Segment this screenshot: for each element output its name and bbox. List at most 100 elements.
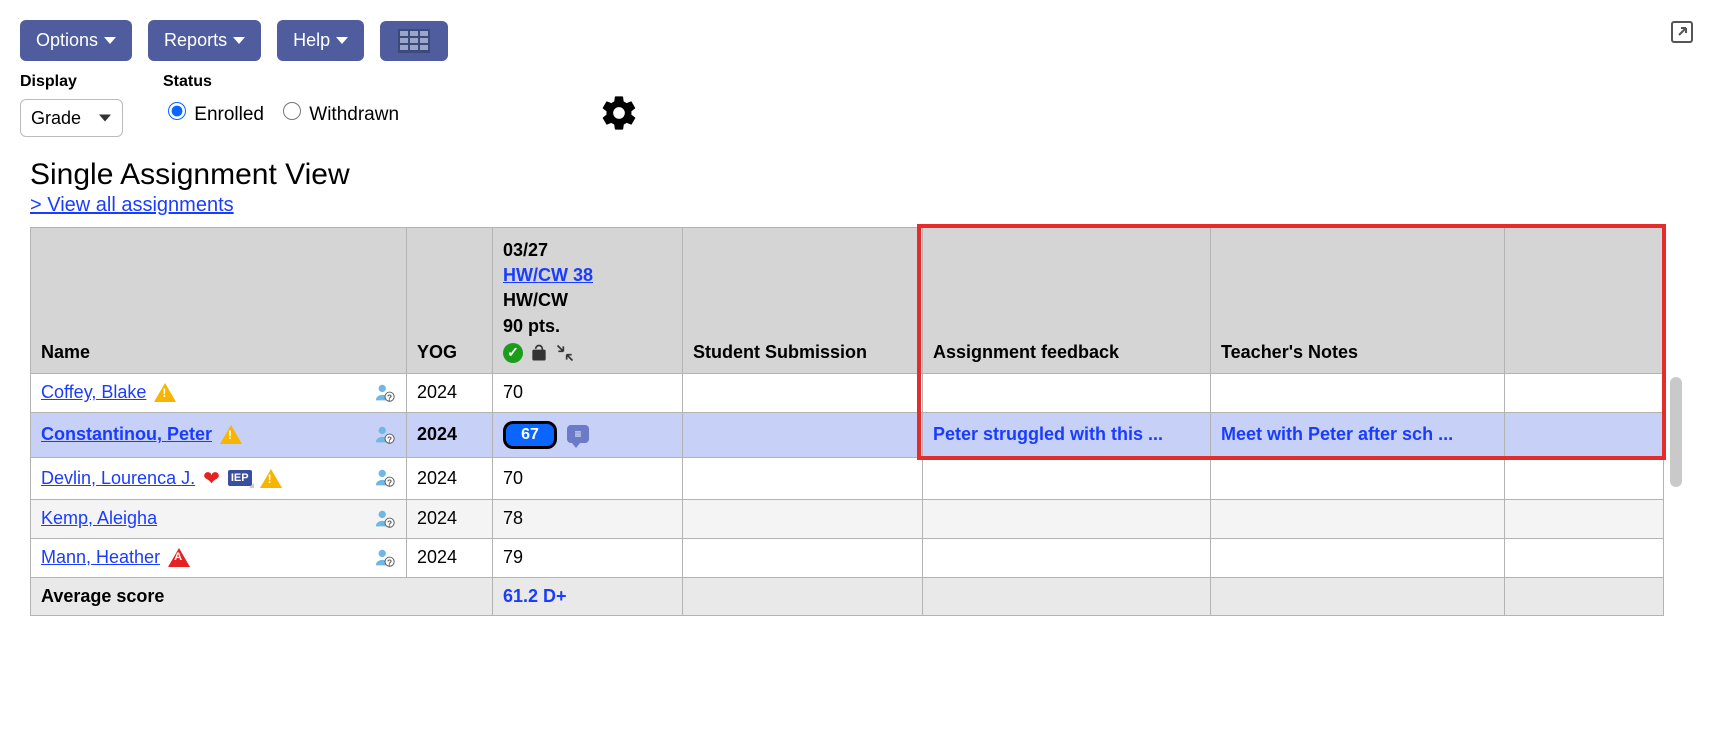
reports-label: Reports — [164, 30, 227, 51]
column-assignment[interactable]: 03/27 HW/CW 38 HW/CW 90 pts. ✓ — [493, 228, 683, 374]
student-name-link[interactable]: Constantinou, Peter — [41, 424, 212, 445]
notes-cell[interactable] — [1211, 538, 1505, 577]
yog-cell: 2024 — [407, 499, 493, 538]
grades-table: Name YOG 03/27 HW/CW 38 HW/CW 90 pts. ✓ … — [30, 227, 1664, 616]
iep-badge-icon: IEP — [228, 470, 252, 486]
help-label: Help — [293, 30, 330, 51]
student-photo-icon[interactable]: ? — [374, 508, 396, 530]
table-row[interactable]: Coffey, Blake ? 2024 70 — [31, 373, 1664, 412]
student-name-link[interactable]: Kemp, Aleigha — [41, 508, 157, 529]
yog-cell: 2024 — [407, 457, 493, 499]
average-row: Average score 61.2 D+ — [31, 577, 1664, 615]
average-score: 61.2 D+ — [503, 586, 567, 606]
assignment-date: 03/27 — [503, 238, 672, 263]
notes-cell[interactable] — [1211, 373, 1505, 412]
table-row[interactable]: Devlin, Lourenca J. ❤ IEP ? 2024 70 — [31, 457, 1664, 499]
medical-alert-icon: ❤ — [203, 466, 220, 491]
table-row[interactable]: Mann, Heather ? 2024 79 — [31, 538, 1664, 577]
column-name[interactable]: Name — [31, 228, 407, 374]
extra-cell — [1505, 373, 1664, 412]
submission-cell[interactable] — [683, 538, 923, 577]
submission-cell[interactable] — [683, 373, 923, 412]
score-cell[interactable]: 70 — [493, 373, 683, 412]
svg-text:?: ? — [387, 519, 392, 528]
svg-text:?: ? — [387, 479, 392, 488]
options-label: Options — [36, 30, 98, 51]
extra-cell — [1505, 412, 1664, 457]
caret-down-icon — [104, 37, 116, 44]
score-value: 79 — [503, 547, 523, 567]
score-value: 78 — [503, 508, 523, 528]
student-photo-icon[interactable]: ? — [374, 424, 396, 446]
expand-window-icon[interactable] — [1670, 20, 1694, 49]
status-enrolled-option[interactable]: Enrolled — [163, 99, 264, 126]
student-photo-icon[interactable]: ? — [374, 467, 396, 489]
vertical-scrollbar[interactable] — [1670, 377, 1682, 487]
status-label: Status — [163, 73, 399, 91]
feedback-cell[interactable] — [923, 499, 1211, 538]
score-input[interactable] — [503, 421, 557, 449]
feedback-cell[interactable] — [923, 373, 1211, 412]
gear-icon[interactable] — [599, 93, 639, 133]
assignment-link[interactable]: HW/CW 38 — [503, 265, 593, 285]
unlock-icon[interactable] — [529, 343, 549, 363]
feedback-cell[interactable] — [923, 457, 1211, 499]
column-yog[interactable]: YOG — [407, 228, 493, 374]
grid-view-button[interactable] — [380, 21, 448, 61]
svg-text:?: ? — [387, 393, 392, 402]
submission-cell[interactable] — [683, 499, 923, 538]
submission-cell[interactable] — [683, 457, 923, 499]
assignment-points: 90 pts. — [503, 314, 672, 339]
column-extra — [1505, 228, 1664, 374]
average-label: Average score — [31, 577, 493, 615]
alert-absent-icon — [168, 548, 190, 567]
svg-text:?: ? — [387, 558, 392, 567]
score-value: 70 — [503, 382, 523, 402]
collapse-icon[interactable] — [555, 343, 575, 363]
options-button[interactable]: Options — [20, 20, 132, 61]
feedback-cell[interactable] — [923, 538, 1211, 577]
notes-cell[interactable] — [1211, 499, 1505, 538]
caret-down-icon — [336, 37, 348, 44]
yog-cell: 2024 — [407, 538, 493, 577]
status-withdrawn-option[interactable]: Withdrawn — [278, 99, 399, 126]
status-enrolled-radio[interactable] — [168, 102, 186, 120]
submission-cell[interactable] — [683, 412, 923, 457]
score-cell[interactable]: 78 — [493, 499, 683, 538]
display-select[interactable]: Grade — [20, 99, 123, 137]
score-cell[interactable] — [493, 412, 683, 457]
score-value: 70 — [503, 468, 523, 488]
feedback-cell[interactable]: Peter struggled with this ... — [923, 412, 1211, 457]
help-button[interactable]: Help — [277, 20, 364, 61]
view-all-assignments-link[interactable]: > View all assignments — [30, 194, 234, 217]
notes-cell[interactable] — [1211, 457, 1505, 499]
extra-cell — [1505, 457, 1664, 499]
caret-down-icon — [233, 37, 245, 44]
score-cell[interactable]: 79 — [493, 538, 683, 577]
alert-warning-icon — [260, 469, 282, 488]
student-name-link[interactable]: Devlin, Lourenca J. — [41, 468, 195, 489]
extra-cell — [1505, 499, 1664, 538]
grid-icon — [398, 29, 430, 53]
student-photo-icon[interactable]: ? — [374, 382, 396, 404]
table-row[interactable]: Constantinou, Peter ? 2024 Peter struggled… — [31, 412, 1664, 457]
column-submission[interactable]: Student Submission — [683, 228, 923, 374]
yog-cell: 2024 — [407, 373, 493, 412]
extra-cell — [1505, 538, 1664, 577]
page-title: Single Assignment View — [30, 158, 1694, 192]
status-withdrawn-radio[interactable] — [283, 102, 301, 120]
comment-icon[interactable] — [567, 425, 589, 443]
column-notes[interactable]: Teacher's Notes — [1211, 228, 1505, 374]
checkmark-circle-icon[interactable]: ✓ — [503, 343, 523, 363]
reports-button[interactable]: Reports — [148, 20, 261, 61]
score-cell[interactable]: 70 — [493, 457, 683, 499]
display-label: Display — [20, 73, 123, 91]
student-photo-icon[interactable]: ? — [374, 547, 396, 569]
notes-cell[interactable]: Meet with Peter after sch ... — [1211, 412, 1505, 457]
student-name-link[interactable]: Coffey, Blake — [41, 382, 146, 403]
student-name-link[interactable]: Mann, Heather — [41, 547, 160, 568]
column-feedback[interactable]: Assignment feedback — [923, 228, 1211, 374]
yog-cell: 2024 — [407, 412, 493, 457]
table-row[interactable]: Kemp, Aleigha ? 2024 78 — [31, 499, 1664, 538]
alert-warning-icon — [154, 383, 176, 402]
